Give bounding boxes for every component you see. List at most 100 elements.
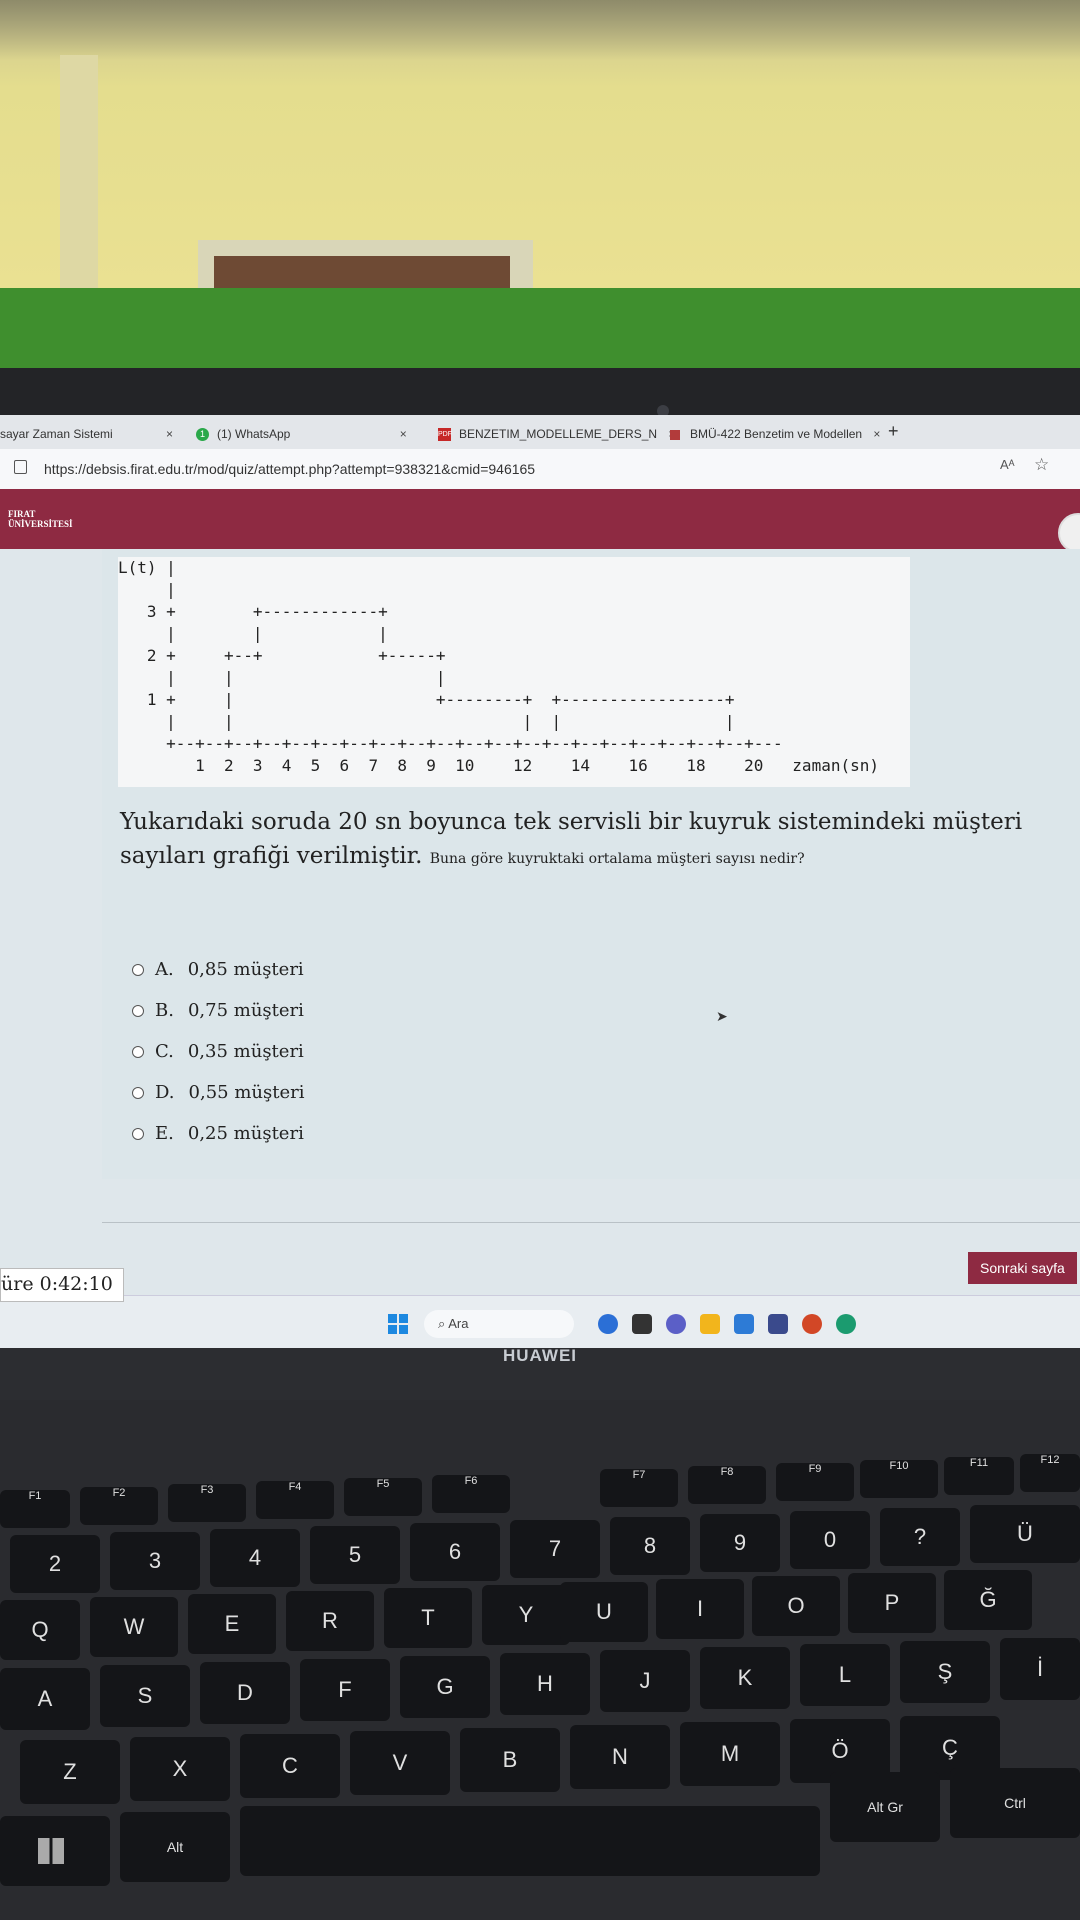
key-3[interactable]: 3 — [110, 1532, 200, 1590]
lock-icon[interactable] — [14, 460, 27, 474]
key-f[interactable]: F — [300, 1659, 390, 1721]
tab-bmu-422[interactable]: BMÜ-422 Benzetim ve Modellen × — [670, 423, 880, 445]
key-h[interactable]: H — [500, 1653, 590, 1715]
taskbar-search[interactable]: ⌕ Ara — [424, 1310, 574, 1338]
close-icon[interactable]: × — [873, 427, 880, 441]
windows-start-icon[interactable] — [388, 1314, 408, 1334]
key-0[interactable]: 0 — [790, 1511, 870, 1569]
tab-benzetim-pdf[interactable]: PDFBENZETIM_MODELLEME_DERS_N × — [438, 423, 675, 445]
radio-button[interactable] — [132, 963, 144, 976]
key-g-breve[interactable]: Ğ — [944, 1570, 1032, 1630]
key-windows[interactable] — [0, 1816, 110, 1886]
key-m[interactable]: M — [680, 1722, 780, 1786]
file-explorer-icon[interactable] — [700, 1314, 720, 1334]
option-b[interactable]: B. 0,75 müşteri — [132, 990, 304, 1031]
key-f11[interactable]: F11 — [944, 1457, 1014, 1495]
key-v[interactable]: V — [350, 1731, 450, 1795]
key-alt[interactable]: Alt — [120, 1812, 230, 1882]
key-l[interactable]: L — [800, 1644, 890, 1706]
key-9[interactable]: 9 — [700, 1514, 780, 1572]
key-t[interactable]: T — [384, 1588, 472, 1648]
option-d[interactable]: D. 0,55 müşteri — [132, 1072, 304, 1113]
radio-button[interactable] — [132, 1045, 144, 1058]
url-field[interactable]: https://debsis.firat.edu.tr/mod/quiz/att… — [44, 461, 535, 477]
option-e[interactable]: E. 0,25 müşteri — [132, 1113, 304, 1154]
key-f12[interactable]: F12 — [1020, 1454, 1080, 1492]
key-question[interactable]: ? — [880, 1508, 960, 1566]
key-n[interactable]: N — [570, 1725, 670, 1789]
key-r[interactable]: R — [286, 1591, 374, 1651]
close-icon[interactable]: × — [166, 427, 173, 441]
key-f3[interactable]: F3 — [168, 1484, 246, 1522]
key-e[interactable]: E — [188, 1594, 276, 1654]
key-f6[interactable]: F6 — [432, 1475, 510, 1513]
key-f9[interactable]: F9 — [776, 1463, 854, 1501]
laptop-screen: sayar Zaman Sistemi × 1 (1) WhatsApp × PD… — [0, 415, 1080, 1350]
powerpoint-icon[interactable] — [802, 1314, 822, 1334]
option-text: 0,55 müşteri — [188, 1082, 305, 1103]
key-u-umlaut[interactable]: Ü — [970, 1505, 1080, 1563]
key-b[interactable]: B — [460, 1728, 560, 1792]
key-a[interactable]: A — [0, 1668, 90, 1730]
key-x[interactable]: X — [130, 1737, 230, 1801]
key-g[interactable]: G — [400, 1656, 490, 1718]
media-player-icon[interactable] — [768, 1314, 788, 1334]
key-f5[interactable]: F5 — [344, 1478, 422, 1516]
key-d[interactable]: D — [200, 1662, 290, 1724]
quiz-content: L(t) | | 3 + +------------+ | | | 2 + +-… — [0, 549, 1080, 1350]
radio-button[interactable] — [132, 1086, 144, 1099]
new-tab-button[interactable]: + — [888, 421, 899, 442]
queue-graph-ascii: L(t) | | 3 + +------------+ | | | 2 + +-… — [118, 558, 879, 775]
key-y[interactable]: Y — [482, 1585, 570, 1645]
bing-icon[interactable] — [598, 1314, 618, 1334]
radio-button[interactable] — [132, 1004, 144, 1017]
key-i[interactable]: I — [656, 1579, 744, 1639]
option-a[interactable]: A. 0,85 müşteri — [132, 949, 304, 990]
tab-zaman-sistemi[interactable]: sayar Zaman Sistemi × — [0, 423, 173, 445]
tab-whatsapp[interactable]: 1 (1) WhatsApp × — [196, 423, 407, 445]
store-icon[interactable] — [734, 1314, 754, 1334]
teams-icon[interactable] — [666, 1314, 686, 1334]
key-f7[interactable]: F7 — [600, 1469, 678, 1507]
user-avatar[interactable] — [1058, 513, 1080, 553]
whatsapp-icon: 1 — [196, 428, 209, 442]
key-f8[interactable]: F8 — [688, 1466, 766, 1504]
key-5[interactable]: 5 — [310, 1526, 400, 1584]
key-6[interactable]: 6 — [410, 1523, 500, 1581]
option-c[interactable]: C. 0,35 müşteri — [132, 1031, 304, 1072]
favorite-star-icon[interactable]: ☆ — [1034, 455, 1049, 475]
key-c[interactable]: C — [240, 1734, 340, 1798]
key-j[interactable]: J — [600, 1650, 690, 1712]
key-f10[interactable]: F10 — [860, 1460, 938, 1498]
key-f1[interactable]: F1 — [0, 1490, 70, 1528]
radio-button[interactable] — [132, 1127, 144, 1140]
laptop-brand: HUAWEI — [503, 1346, 577, 1365]
key-7[interactable]: 7 — [510, 1520, 600, 1578]
key-z[interactable]: Z — [20, 1740, 120, 1804]
key-p[interactable]: P — [848, 1573, 936, 1633]
key-ctrl[interactable]: Ctrl — [950, 1768, 1080, 1838]
key-8[interactable]: 8 — [610, 1517, 690, 1575]
key-2[interactable]: 2 — [10, 1535, 100, 1593]
pdf-icon: PDF — [438, 428, 452, 442]
task-view-icon[interactable] — [632, 1314, 652, 1334]
key-k[interactable]: K — [700, 1647, 790, 1709]
read-aloud-icon[interactable]: Aᴬ — [1000, 457, 1015, 472]
key-q[interactable]: Q — [0, 1600, 80, 1660]
key-s[interactable]: S — [100, 1665, 190, 1727]
key-i-dot[interactable]: İ — [1000, 1638, 1080, 1700]
key-s-cedilla[interactable]: Ş — [900, 1641, 990, 1703]
key-w[interactable]: W — [90, 1597, 178, 1657]
key-o[interactable]: O — [752, 1576, 840, 1636]
key-alt-gr[interactable]: Alt Gr — [830, 1772, 940, 1842]
logo-line-1: FIRAT — [8, 509, 36, 519]
university-logo[interactable]: FIRAT ÜNİVERSİTESİ — [8, 509, 73, 529]
key-space[interactable] — [240, 1806, 820, 1876]
close-icon[interactable]: × — [400, 427, 407, 441]
edge-icon[interactable] — [836, 1314, 856, 1334]
key-u[interactable]: U — [560, 1582, 648, 1642]
next-page-button[interactable]: Sonraki sayfa — [968, 1252, 1077, 1284]
key-4[interactable]: 4 — [210, 1529, 300, 1587]
key-f2[interactable]: F2 — [80, 1487, 158, 1525]
key-f4[interactable]: F4 — [256, 1481, 334, 1519]
